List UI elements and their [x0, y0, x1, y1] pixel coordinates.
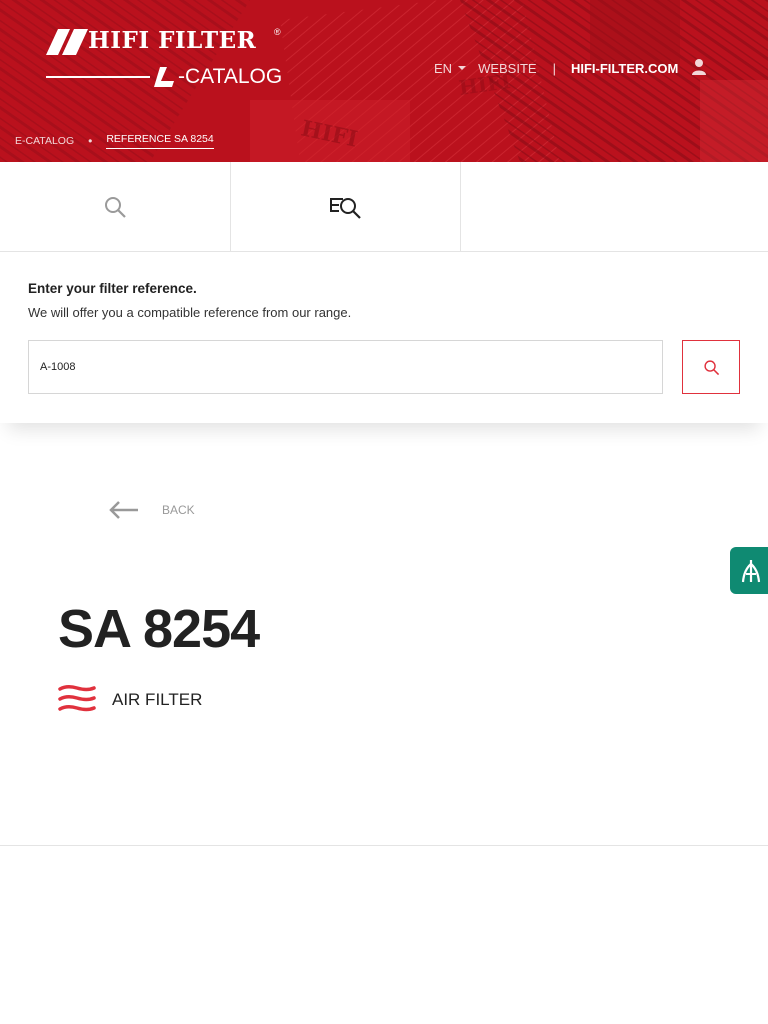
logo-underline — [46, 76, 150, 78]
air-waves-icon — [58, 684, 96, 712]
arrow-left-icon — [109, 501, 138, 519]
logo-brand-name: HIFI FILTER — [88, 27, 257, 54]
breadcrumb-separator: • — [88, 134, 93, 148]
logo-registered-mark: ® — [274, 27, 281, 37]
search-panel-subtitle: We will offer you a compatible reference… — [28, 305, 352, 320]
reference-search-input[interactable] — [28, 340, 663, 394]
user-icon[interactable] — [690, 58, 708, 76]
e-catalog-mark-icon — [154, 67, 174, 87]
search-icon — [105, 197, 126, 218]
content-divider — [0, 845, 768, 846]
filter-icon — [741, 559, 761, 582]
hifi-filter-site-link[interactable]: HIFI-FILTER.COM — [571, 61, 678, 76]
equivalence-search-icon — [329, 198, 361, 219]
product-type-label: AIR FILTER — [112, 690, 203, 709]
website-link[interactable]: WEBSITE — [478, 61, 537, 76]
product-type: AIR FILTER — [58, 684, 202, 716]
caret-down-icon — [458, 66, 467, 70]
reference-search-panel: Enter your filter reference. We will off… — [0, 253, 768, 423]
breadcrumb-current-reference: REFERENCE SA 8254 — [106, 133, 214, 149]
search-icon — [703, 359, 719, 375]
search-panel-title: Enter your filter reference. — [28, 281, 197, 296]
logo-subtitle: -CATALOG — [178, 65, 283, 88]
product-reference-title: SA 8254 — [58, 599, 260, 659]
nav-separator: | — [552, 60, 556, 76]
back-button[interactable]: BACK — [108, 500, 195, 520]
hifi-filter-logo[interactable]: HIFI FILTER ® -CATALOG — [46, 27, 286, 91]
language-selector[interactable]: EN — [434, 60, 467, 76]
header-banner: HIFI HIFI HIFI FILTER ® -CATALOG EN WEBS… — [0, 0, 768, 162]
breadcrumb: E-CATALOG • REFERENCE SA 8254 — [15, 133, 214, 149]
side-filter-tab[interactable] — [730, 547, 768, 594]
logo-mark-icon — [46, 29, 88, 55]
back-label: BACK — [162, 503, 195, 517]
top-navigation: EN WEBSITE | HIFI-FILTER.COM — [434, 59, 678, 77]
tab-equivalence-search[interactable] — [231, 162, 461, 252]
breadcrumb-e-catalog[interactable]: E-CATALOG — [15, 135, 74, 147]
search-submit-button[interactable] — [682, 340, 740, 394]
language-label: EN — [434, 60, 453, 76]
search-mode-tabs — [0, 162, 768, 252]
tab-search[interactable] — [0, 162, 231, 252]
tab-empty — [461, 162, 768, 252]
